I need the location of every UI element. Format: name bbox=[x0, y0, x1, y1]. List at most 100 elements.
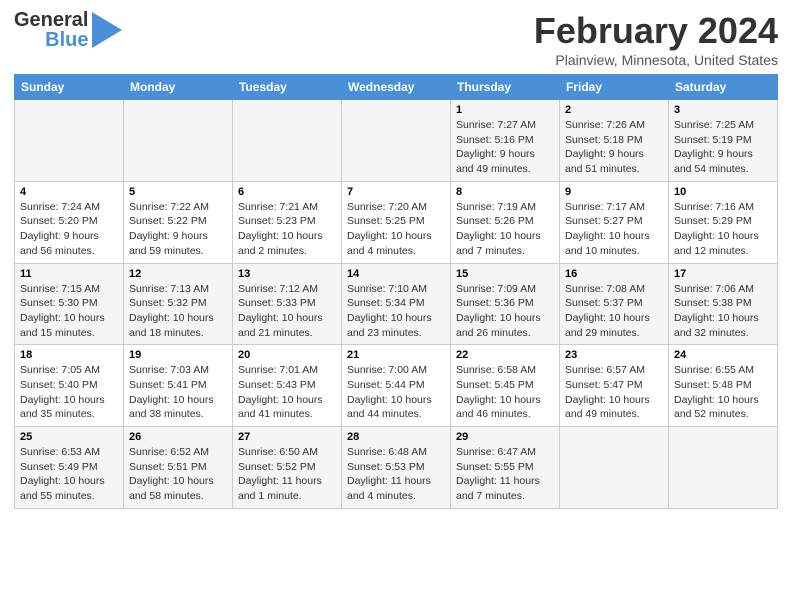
day-number: 21 bbox=[347, 349, 445, 361]
calendar-cell bbox=[15, 100, 124, 182]
calendar-cell: 7 Sunrise: 7:20 AM Sunset: 5:25 PM Daylig… bbox=[342, 181, 451, 263]
day-number: 17 bbox=[674, 268, 772, 280]
day-info: Sunrise: 7:12 AM Sunset: 5:33 PM Dayligh… bbox=[238, 282, 336, 341]
calendar-cell: 21 Sunrise: 7:00 AM Sunset: 5:44 PM Dayli… bbox=[342, 345, 451, 427]
day-info: Sunrise: 7:24 AM Sunset: 5:20 PM Dayligh… bbox=[20, 200, 118, 259]
calendar-cell: 13 Sunrise: 7:12 AM Sunset: 5:33 PM Dayli… bbox=[233, 263, 342, 345]
day-info: Sunrise: 7:20 AM Sunset: 5:25 PM Dayligh… bbox=[347, 200, 445, 259]
calendar-cell: 9 Sunrise: 7:17 AM Sunset: 5:27 PM Daylig… bbox=[560, 181, 669, 263]
day-number: 23 bbox=[565, 349, 663, 361]
day-number: 10 bbox=[674, 186, 772, 198]
day-info: Sunrise: 7:21 AM Sunset: 5:23 PM Dayligh… bbox=[238, 200, 336, 259]
calendar-cell: 18 Sunrise: 7:05 AM Sunset: 5:40 PM Dayli… bbox=[15, 345, 124, 427]
week-row-5: 25 Sunrise: 6:53 AM Sunset: 5:49 PM Dayli… bbox=[15, 427, 778, 509]
week-row-4: 18 Sunrise: 7:05 AM Sunset: 5:40 PM Dayli… bbox=[15, 345, 778, 427]
calendar-cell bbox=[669, 427, 778, 509]
day-number: 2 bbox=[565, 104, 663, 116]
day-info: Sunrise: 7:16 AM Sunset: 5:29 PM Dayligh… bbox=[674, 200, 772, 259]
day-number: 25 bbox=[20, 431, 118, 443]
day-number: 18 bbox=[20, 349, 118, 361]
day-number: 7 bbox=[347, 186, 445, 198]
calendar-cell: 17 Sunrise: 7:06 AM Sunset: 5:38 PM Dayli… bbox=[669, 263, 778, 345]
calendar-table: Sunday Monday Tuesday Wednesday Thursday… bbox=[14, 74, 778, 509]
main-title: February 2024 bbox=[534, 10, 778, 52]
day-number: 9 bbox=[565, 186, 663, 198]
calendar-cell: 12Sunrise: 7:13 AM Sunset: 5:32 PM Dayli… bbox=[124, 263, 233, 345]
col-monday: Monday bbox=[124, 75, 233, 100]
subtitle: Plainview, Minnesota, United States bbox=[534, 52, 778, 68]
header: General Blue February 2024 Plainview, Mi… bbox=[14, 10, 778, 68]
day-info: Sunrise: 7:17 AM Sunset: 5:27 PM Dayligh… bbox=[565, 200, 663, 259]
header-row: Sunday Monday Tuesday Wednesday Thursday… bbox=[15, 75, 778, 100]
day-number: 22 bbox=[456, 349, 554, 361]
calendar-cell: 15 Sunrise: 7:09 AM Sunset: 5:36 PM Dayli… bbox=[451, 263, 560, 345]
day-info: Sunrise: 7:26 AM Sunset: 5:18 PM Dayligh… bbox=[565, 118, 663, 177]
col-friday: Friday bbox=[560, 75, 669, 100]
day-number: 14 bbox=[347, 268, 445, 280]
logo-icon bbox=[92, 12, 122, 48]
day-info: Sunrise: 7:22 AM Sunset: 5:22 PM Dayligh… bbox=[129, 200, 227, 259]
day-number: 15 bbox=[456, 268, 554, 280]
week-row-2: 4Sunrise: 7:24 AM Sunset: 5:20 PM Daylig… bbox=[15, 181, 778, 263]
day-info: Sunrise: 7:00 AM Sunset: 5:44 PM Dayligh… bbox=[347, 363, 445, 422]
calendar-cell: 2 Sunrise: 7:26 AM Sunset: 5:18 PM Daylig… bbox=[560, 100, 669, 182]
day-number: 12 bbox=[129, 268, 227, 280]
day-number: 3 bbox=[674, 104, 772, 116]
calendar-cell: 22Sunrise: 6:58 AM Sunset: 5:45 PM Dayli… bbox=[451, 345, 560, 427]
calendar-cell: 25 Sunrise: 6:53 AM Sunset: 5:49 PM Dayli… bbox=[15, 427, 124, 509]
day-info: Sunrise: 7:25 AM Sunset: 5:19 PM Dayligh… bbox=[674, 118, 772, 177]
day-info: Sunrise: 6:55 AM Sunset: 5:48 PM Dayligh… bbox=[674, 363, 772, 422]
day-number: 27 bbox=[238, 431, 336, 443]
day-number: 6 bbox=[238, 186, 336, 198]
day-info: Sunrise: 6:47 AM Sunset: 5:55 PM Dayligh… bbox=[456, 445, 554, 504]
calendar-cell: 11Sunrise: 7:15 AM Sunset: 5:30 PM Dayli… bbox=[15, 263, 124, 345]
calendar-cell: 16 Sunrise: 7:08 AM Sunset: 5:37 PM Dayli… bbox=[560, 263, 669, 345]
day-info: Sunrise: 7:15 AM Sunset: 5:30 PM Dayligh… bbox=[20, 282, 118, 341]
day-info: Sunrise: 6:52 AM Sunset: 5:51 PM Dayligh… bbox=[129, 445, 227, 504]
day-info: Sunrise: 7:09 AM Sunset: 5:36 PM Dayligh… bbox=[456, 282, 554, 341]
logo: General Blue bbox=[14, 10, 122, 50]
day-number: 1 bbox=[456, 104, 554, 116]
day-info: Sunrise: 7:19 AM Sunset: 5:26 PM Dayligh… bbox=[456, 200, 554, 259]
col-sunday: Sunday bbox=[15, 75, 124, 100]
calendar-cell: 1 Sunrise: 7:27 AM Sunset: 5:16 PM Daylig… bbox=[451, 100, 560, 182]
calendar-cell: 3 Sunrise: 7:25 AM Sunset: 5:19 PM Daylig… bbox=[669, 100, 778, 182]
calendar-cell bbox=[560, 427, 669, 509]
calendar-cell: 29Sunrise: 6:47 AM Sunset: 5:55 PM Dayli… bbox=[451, 427, 560, 509]
calendar-cell: 27 Sunrise: 6:50 AM Sunset: 5:52 PM Dayli… bbox=[233, 427, 342, 509]
calendar-cell: 28Sunrise: 6:48 AM Sunset: 5:53 PM Dayli… bbox=[342, 427, 451, 509]
day-info: Sunrise: 7:01 AM Sunset: 5:43 PM Dayligh… bbox=[238, 363, 336, 422]
col-thursday: Thursday bbox=[451, 75, 560, 100]
day-info: Sunrise: 6:53 AM Sunset: 5:49 PM Dayligh… bbox=[20, 445, 118, 504]
day-info: Sunrise: 7:03 AM Sunset: 5:41 PM Dayligh… bbox=[129, 363, 227, 422]
day-number: 13 bbox=[238, 268, 336, 280]
day-info: Sunrise: 6:48 AM Sunset: 5:53 PM Dayligh… bbox=[347, 445, 445, 504]
day-number: 24 bbox=[674, 349, 772, 361]
calendar-cell bbox=[124, 100, 233, 182]
col-tuesday: Tuesday bbox=[233, 75, 342, 100]
day-number: 5 bbox=[129, 186, 227, 198]
day-info: Sunrise: 6:57 AM Sunset: 5:47 PM Dayligh… bbox=[565, 363, 663, 422]
day-info: Sunrise: 6:50 AM Sunset: 5:52 PM Dayligh… bbox=[238, 445, 336, 504]
day-number: 19 bbox=[129, 349, 227, 361]
calendar-cell: 24 Sunrise: 6:55 AM Sunset: 5:48 PM Dayli… bbox=[669, 345, 778, 427]
calendar-cell: 19 Sunrise: 7:03 AM Sunset: 5:41 PM Dayli… bbox=[124, 345, 233, 427]
day-info: Sunrise: 7:08 AM Sunset: 5:37 PM Dayligh… bbox=[565, 282, 663, 341]
calendar-cell: 5 Sunrise: 7:22 AM Sunset: 5:22 PM Daylig… bbox=[124, 181, 233, 263]
calendar-cell: 26 Sunrise: 6:52 AM Sunset: 5:51 PM Dayli… bbox=[124, 427, 233, 509]
week-row-1: 1 Sunrise: 7:27 AM Sunset: 5:16 PM Daylig… bbox=[15, 100, 778, 182]
day-info: Sunrise: 7:10 AM Sunset: 5:34 PM Dayligh… bbox=[347, 282, 445, 341]
calendar-cell: 14 Sunrise: 7:10 AM Sunset: 5:34 PM Dayli… bbox=[342, 263, 451, 345]
day-number: 26 bbox=[129, 431, 227, 443]
col-wednesday: Wednesday bbox=[342, 75, 451, 100]
day-info: Sunrise: 7:06 AM Sunset: 5:38 PM Dayligh… bbox=[674, 282, 772, 341]
logo-blue: Blue bbox=[45, 30, 88, 50]
day-number: 8 bbox=[456, 186, 554, 198]
day-number: 20 bbox=[238, 349, 336, 361]
week-row-3: 11Sunrise: 7:15 AM Sunset: 5:30 PM Dayli… bbox=[15, 263, 778, 345]
logo-general: General bbox=[14, 10, 88, 30]
day-info: Sunrise: 7:27 AM Sunset: 5:16 PM Dayligh… bbox=[456, 118, 554, 177]
day-info: Sunrise: 7:05 AM Sunset: 5:40 PM Dayligh… bbox=[20, 363, 118, 422]
day-number: 16 bbox=[565, 268, 663, 280]
calendar-cell: 20 Sunrise: 7:01 AM Sunset: 5:43 PM Dayli… bbox=[233, 345, 342, 427]
